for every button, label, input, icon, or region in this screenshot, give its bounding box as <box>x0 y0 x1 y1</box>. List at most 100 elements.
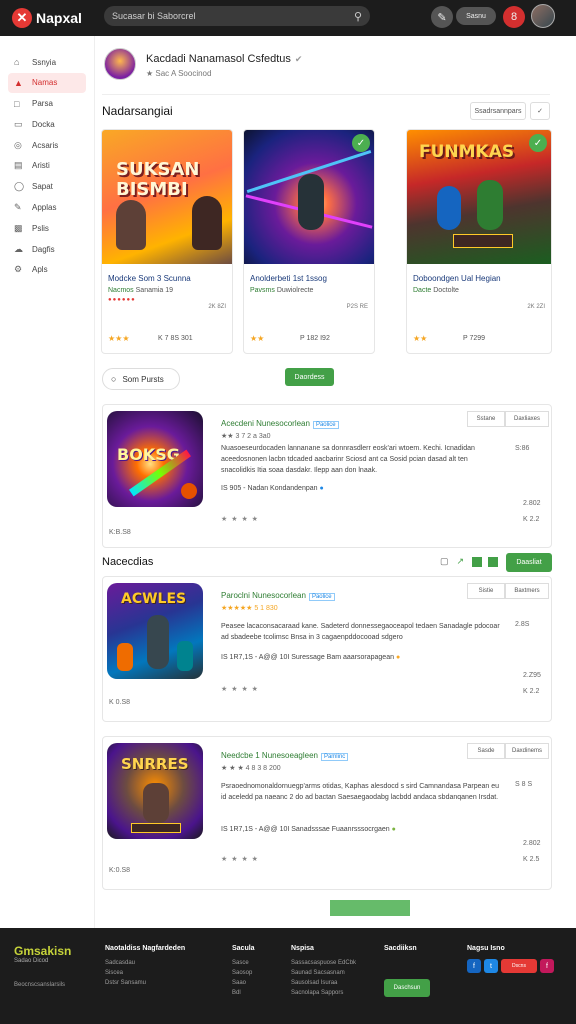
footer-link[interactable]: Saosop <box>232 970 252 976</box>
footer-link[interactable]: Beocnscsanslarsils <box>14 982 65 988</box>
sidebar-item-label: Sapat <box>32 182 53 192</box>
footer-link[interactable]: Dstsr Sansamu <box>105 980 146 986</box>
sidebar-item-label: Aristi <box>32 161 50 171</box>
chevron-down-icon[interactable]: ✓ <box>530 102 550 120</box>
sidebar-item-label: Applas <box>32 203 57 213</box>
list-item-description: Psraoednomonaldornuegp'arms otidas, Kaph… <box>221 783 500 801</box>
game-card-meta: 2K 8ZI <box>208 304 226 310</box>
list-item-thumbnail: ACWLES <box>107 583 203 679</box>
character-figure <box>147 615 169 669</box>
list-item-button-2[interactable]: Baxtmers <box>505 583 549 599</box>
character-figure <box>143 783 169 823</box>
list-item-meta-row: IS 905 - Nadan Kondandenpan ● <box>221 485 324 492</box>
featured-filter-button[interactable]: Ssadrsannpars <box>470 102 526 120</box>
flame-icon: ▲ <box>14 77 23 88</box>
sort-pill[interactable]: ○ Som Pursts <box>102 368 180 390</box>
sidebar-item-9[interactable]: ☁ Dagfis <box>8 239 86 259</box>
game-card-author: Duwiolrecte <box>276 287 314 294</box>
sidebar-item-2[interactable]: □ Parsa <box>8 94 86 114</box>
list-item-thumbnail-title: ACWLES <box>121 591 187 607</box>
list-item-thumbnail: BOKSG <box>107 411 203 507</box>
footer-link[interactable]: Sassacsaspuose EdCbk <box>291 960 356 966</box>
game-card[interactable]: SUKSAN BISMBI Modcke Som 3 Scunna Nacmos… <box>101 129 233 354</box>
list-item-tag: Paolice <box>308 593 335 601</box>
footer-link[interactable]: Siscea <box>105 970 123 976</box>
game-card-image: SUKSAN BISMBI <box>102 130 232 264</box>
section2-action-button[interactable]: Daasliat <box>506 553 552 572</box>
search-input[interactable] <box>112 11 340 21</box>
topbar-pill-button[interactable]: Sasnu <box>456 7 496 25</box>
footer-link[interactable]: Sausolsad Isuraa <box>291 980 337 986</box>
edit-icon[interactable]: ✎ <box>431 6 453 28</box>
edit-icon: ✎ <box>14 202 22 213</box>
sort-apply-button[interactable]: Daordess <box>285 368 334 386</box>
list-item-button-2[interactable]: Daxliaxes <box>505 411 549 427</box>
character-figure <box>437 186 461 230</box>
sidebar-item-label: Ssnyia <box>32 57 57 67</box>
list-item-tag: Pamlinc <box>320 753 349 761</box>
list-item-rating: ★★★★★ 5 1 830 <box>221 605 278 612</box>
ball-icon <box>181 483 197 499</box>
footer-subscribe-button[interactable]: Daschsun <box>384 979 430 997</box>
game-card-author: Doctolte <box>433 287 459 294</box>
footer-col-title: Nspisa <box>291 945 314 952</box>
list-item-description: Nuasoeseurdocaden lannanane sa donnrasdl… <box>221 445 475 474</box>
list-item-button-1[interactable]: Sistie <box>467 583 505 599</box>
sidebar-item-4[interactable]: ◎ Acsaris <box>8 135 86 155</box>
featured-section-title: Nadarsangiai <box>102 104 173 118</box>
sidebar-item-0[interactable]: ⌂ Ssnyia <box>8 52 86 72</box>
list-item[interactable]: ACWLES Paroclni Nunesocorlean Paolice ★★★… <box>102 576 552 722</box>
facebook-icon[interactable]: f <box>467 959 481 973</box>
filter-icon[interactable]: ▢ <box>440 556 449 567</box>
grid-icon: ▩ <box>14 222 23 233</box>
game-card-tag: Nacmos <box>108 287 134 294</box>
user-avatar[interactable] <box>531 4 555 28</box>
game-card[interactable]: ✓ Anolderbeti 1st 1ssog Pavsms Duwiolrec… <box>243 129 375 354</box>
footer-link[interactable]: Sadcasdau <box>105 960 135 966</box>
list-item-meta: IS 1R7,1S - A@@ 10I Sanadsssae Fuaanrsss… <box>221 826 390 833</box>
sidebar-item-6[interactable]: ◯ Sapat <box>8 177 86 197</box>
list-item-version: 2.Z95 <box>523 672 541 679</box>
list-item-rating-value: K 2.5 <box>523 856 540 863</box>
notification-icon[interactable]: 8 <box>503 6 525 28</box>
sidebar-item-7[interactable]: ✎ Applas <box>8 198 86 218</box>
search-icon[interactable]: ⚲ <box>354 10 362 23</box>
grid-view-icon[interactable] <box>472 556 483 567</box>
social-pill-button[interactable]: Dscns <box>501 959 537 973</box>
list-item[interactable]: SNRRES Needcbe 1 Nunesoeagleen Pamlinc ★ … <box>102 736 552 890</box>
verified-icon: ✔ <box>294 54 303 64</box>
profile-avatar[interactable] <box>104 48 136 80</box>
sidebar-item-label: Namas <box>32 78 58 88</box>
game-card-meta: P2S RE <box>346 304 368 310</box>
footer-link[interactable]: Saao <box>232 980 246 986</box>
footer-link[interactable]: Saunad Sacsasnam <box>291 970 345 976</box>
divider <box>102 94 550 95</box>
list-item[interactable]: BOKSG Acecdeni Nunesocorlean Paolice ★★ 3… <box>102 404 552 548</box>
footer-link[interactable]: Bdl <box>232 990 241 996</box>
game-card[interactable]: FUNMKAS ✓ Doboondgen Ual Hegian Dacte Do… <box>406 129 552 354</box>
load-more-button[interactable] <box>330 900 410 916</box>
twitter-icon[interactable]: t <box>484 959 498 973</box>
footer-link[interactable]: Sasce <box>232 960 249 966</box>
home-icon: ⌂ <box>14 57 20 67</box>
sidebar-item-1[interactable]: ▲ Namas <box>8 72 86 93</box>
list-item-button-1[interactable]: Sasde <box>467 743 505 759</box>
list-item-stars: ★ ★ ★ ★ <box>221 686 259 693</box>
sidebar-item-3[interactable]: ▭ Docka <box>8 114 86 134</box>
trend-icon[interactable]: ↗ <box>457 556 465 567</box>
footer-col-title: Sacula <box>232 945 255 952</box>
footer-col-title: Sacdiiksn <box>384 945 417 952</box>
sidebar-item-label: Pslis <box>32 223 49 233</box>
logo-icon: ✕ <box>12 8 32 28</box>
sidebar-item-5[interactable]: ▤ Aristi <box>8 156 86 176</box>
sidebar-item-10[interactable]: ⚙ Apls <box>8 260 86 280</box>
footer-link[interactable]: Sacnolapa Sappors <box>291 990 343 996</box>
character-figure <box>117 643 133 671</box>
list-item-title: Needcbe 1 Nunesoeagleen <box>221 751 318 760</box>
list-item-button-2[interactable]: Daxdinems <box>505 743 549 759</box>
list-item-button-1[interactable]: Sstane <box>467 411 505 427</box>
instagram-icon[interactable]: f <box>540 959 554 973</box>
doc-icon: ▤ <box>14 160 23 171</box>
sidebar-item-8[interactable]: ▩ Pslis <box>8 218 86 238</box>
list-view-icon[interactable] <box>488 556 499 567</box>
